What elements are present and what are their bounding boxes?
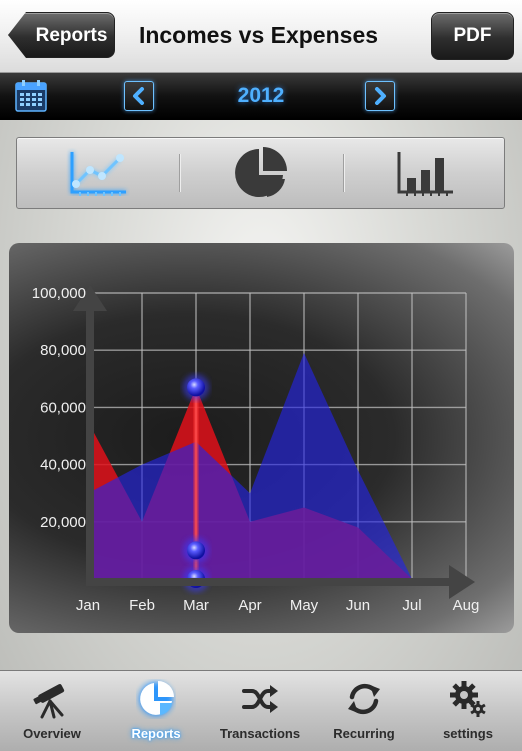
x-tick-label: Apr xyxy=(238,597,261,614)
pie-chart-icon xyxy=(139,681,174,716)
chart-panel: 20,000 40,000 60,000 80,000 100,000 Jan Feb Mar… xyxy=(9,243,514,633)
pdf-button[interactable]: PDF xyxy=(431,12,514,60)
data-point-marker xyxy=(183,537,209,564)
calendar-icon[interactable] xyxy=(14,79,48,113)
next-year-button[interactable] xyxy=(365,81,395,111)
tab-bar: Overview Reports Transactions Recurring … xyxy=(0,670,522,751)
tab-reports[interactable]: Reports xyxy=(104,671,208,751)
back-button[interactable]: Reports xyxy=(8,12,115,58)
telescope-icon xyxy=(33,684,65,719)
pie-chart-icon xyxy=(235,147,287,197)
pie-chart-option[interactable] xyxy=(180,138,342,208)
bar-chart-option[interactable] xyxy=(344,138,506,208)
line-chart-option[interactable] xyxy=(17,138,179,208)
refresh-icon xyxy=(348,683,380,715)
page-title: Incomes vs Expenses xyxy=(138,22,379,48)
chevron-right-icon xyxy=(375,87,386,105)
y-tick-label: 100,000 xyxy=(32,285,86,302)
y-tick-label: 60,000 xyxy=(40,399,86,416)
tab-overview[interactable]: Overview xyxy=(0,671,104,751)
tab-recurring[interactable]: Recurring xyxy=(312,671,416,751)
data-point-marker xyxy=(183,374,209,401)
tab-label: Transactions xyxy=(219,726,301,741)
y-tick-label: 80,000 xyxy=(40,342,86,359)
x-axis-arrow xyxy=(449,565,475,599)
tab-label: Recurring xyxy=(333,726,395,741)
y-tick-label: 40,000 xyxy=(40,457,86,474)
year-label: 2012 xyxy=(237,84,285,107)
income-expense-chart[interactable]: 20,000 40,000 60,000 80,000 100,000 Jan Feb Mar… xyxy=(9,243,514,633)
tab-label: settings xyxy=(443,726,493,741)
x-tick-label: Jun xyxy=(346,597,370,614)
y-tick-label: 20,000 xyxy=(40,514,86,531)
x-tick-label: May xyxy=(290,597,319,614)
chevron-left-icon xyxy=(133,87,144,105)
x-tick-label: Jul xyxy=(402,597,421,614)
tab-label: Reports xyxy=(131,726,181,741)
gears-icon xyxy=(450,681,486,717)
x-tick-label: Jan xyxy=(76,597,100,614)
navigation-bar: Reports Incomes vs Expenses PDF xyxy=(0,0,522,73)
tab-label: Overview xyxy=(23,726,81,741)
previous-year-button[interactable] xyxy=(124,81,154,111)
x-tick-label: Aug xyxy=(453,597,480,614)
x-tick-label: Feb xyxy=(129,597,155,614)
tab-settings[interactable]: settings xyxy=(416,671,520,751)
tab-transactions[interactable]: Transactions xyxy=(208,671,312,751)
year-selector-bar: 2012 xyxy=(0,73,522,120)
bar-chart-icon xyxy=(397,152,453,196)
shuffle-icon xyxy=(242,685,278,713)
x-tick-label: Mar xyxy=(183,597,209,614)
line-chart-icon xyxy=(70,152,126,196)
chart-type-selector xyxy=(16,137,505,209)
